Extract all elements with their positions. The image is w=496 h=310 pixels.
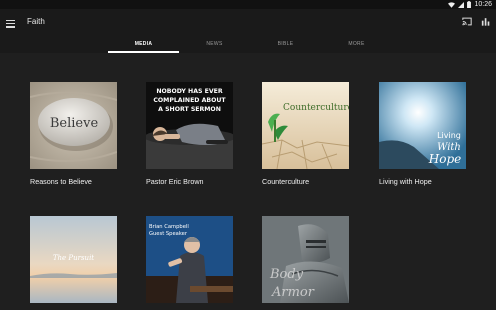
living-with-hope-image: Living With Hope — [379, 82, 466, 169]
art-line-2: Armor — [271, 285, 315, 300]
card-title: Living with Hope — [379, 177, 432, 186]
short-sermon-image: NOBODY HAS EVER COMPLAINED ABOUT A SHORT… — [146, 82, 233, 169]
art-line-1: Body — [269, 267, 304, 282]
body-armor-image: Body Armor — [262, 216, 349, 303]
art-line-1: Living — [437, 131, 461, 140]
media-card-body-armor[interactable]: Body Armor — [262, 216, 350, 303]
media-card-counterculture[interactable]: Counterculture Counterculture — [262, 82, 350, 186]
tab-media[interactable]: MEDIA — [108, 38, 179, 53]
art-title: Counterculture — [283, 103, 349, 113]
card-thumbnail[interactable]: Living With Hope — [379, 82, 466, 169]
guest-speaker-image: Brian Campbell Guest Speaker — [146, 216, 233, 303]
wifi-icon — [448, 1, 456, 8]
menu-icon[interactable] — [6, 18, 18, 30]
stone-text: Believe — [50, 116, 99, 131]
battery-icon — [467, 1, 472, 8]
art-title: The Pursuit — [53, 254, 94, 262]
status-icons: 10:26 — [448, 0, 492, 9]
art-line-3: Hope — [428, 152, 461, 166]
the-pursuit-image: The Pursuit — [30, 216, 117, 303]
art-line-2: COMPLAINED ABOUT — [153, 97, 226, 104]
media-card-the-pursuit[interactable]: The Pursuit — [30, 216, 118, 303]
tab-more[interactable]: MORE — [321, 38, 392, 53]
card-thumbnail[interactable]: The Pursuit — [30, 216, 117, 303]
card-thumbnail[interactable]: Believe — [30, 82, 117, 169]
tab-bible[interactable]: BIBLE — [250, 38, 321, 53]
card-thumbnail[interactable]: Counterculture — [262, 82, 349, 169]
status-bar: 10:26 — [0, 0, 496, 9]
card-thumbnail[interactable]: NOBODY HAS EVER COMPLAINED ABOUT A SHORT… — [146, 82, 233, 169]
stats-icon[interactable] — [481, 17, 491, 26]
card-title: Pastor Eric Brown — [146, 177, 204, 186]
tab-bar: MEDIA NEWS BIBLE MORE — [108, 38, 392, 53]
media-card-living-with-hope[interactable]: Living With Hope Living with Hope — [379, 82, 467, 186]
tab-news[interactable]: NEWS — [179, 38, 250, 53]
card-title: Counterculture — [262, 177, 310, 186]
card-thumbnail[interactable]: Body Armor — [262, 216, 349, 303]
art-line-1: NOBODY HAS EVER — [156, 88, 223, 95]
media-grid: Believe Reasons to Believe NOBODY HAS EV… — [0, 53, 496, 310]
art-line-3: A SHORT SERMON — [158, 106, 221, 113]
media-card-guest-speaker[interactable]: Brian Campbell Guest Speaker — [146, 216, 234, 303]
media-card-reasons-to-believe[interactable]: Believe Reasons to Believe — [30, 82, 118, 186]
media-card-pastor-eric-brown[interactable]: NOBODY HAS EVER COMPLAINED ABOUT A SHORT… — [146, 82, 234, 186]
status-time: 10:26 — [474, 1, 492, 8]
believe-stone-image: Believe — [30, 82, 117, 169]
art-line-2: Guest Speaker — [149, 231, 188, 237]
card-title: Reasons to Believe — [30, 177, 92, 186]
card-thumbnail[interactable]: Brian Campbell Guest Speaker — [146, 216, 233, 303]
app-title: Faith — [27, 17, 45, 26]
counterculture-image: Counterculture — [262, 82, 349, 169]
signal-icon — [458, 1, 465, 8]
art-line-1: Brian Campbell — [149, 224, 189, 230]
cast-icon[interactable] — [462, 17, 472, 26]
